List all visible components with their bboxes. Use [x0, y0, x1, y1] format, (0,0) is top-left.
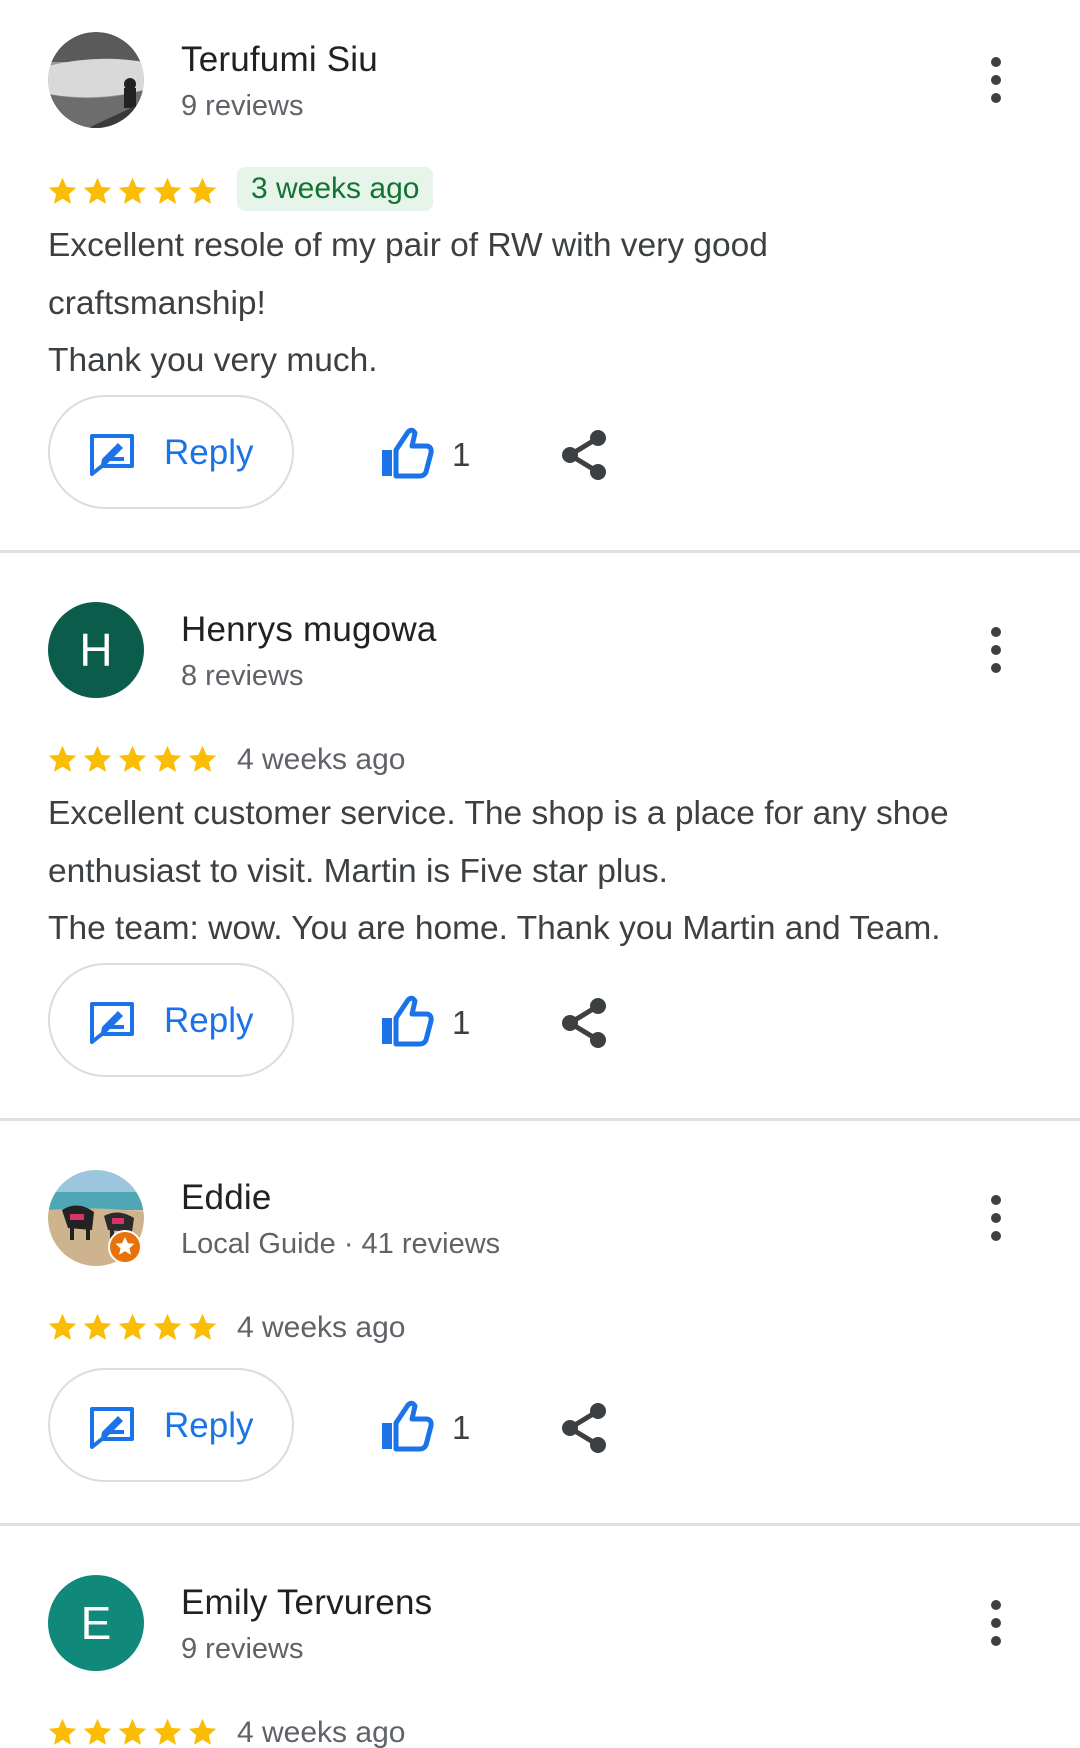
star-icon [83, 177, 112, 204]
star-rating [46, 1716, 219, 1748]
star-icon [188, 1718, 217, 1745]
review-date: 4 weeks ago [237, 1311, 406, 1344]
star-icon [118, 1718, 147, 1745]
star-icon [153, 1313, 182, 1340]
avatar[interactable]: E [48, 1575, 144, 1671]
thumbs-up-icon [382, 427, 434, 479]
like-button[interactable]: 1 [378, 426, 488, 486]
reviewer-name[interactable]: Henrys mugowa [181, 610, 436, 650]
star-icon [48, 1718, 77, 1745]
thumbs-up-icon [382, 995, 434, 1047]
like-count: 1 [452, 1409, 471, 1446]
avatar[interactable] [48, 32, 144, 128]
like-button[interactable]: 1 [378, 994, 488, 1054]
reply-button[interactable]: Reply [48, 395, 294, 509]
more-options-icon[interactable] [976, 1188, 1016, 1248]
reply-button[interactable]: Reply [48, 1368, 294, 1482]
star-icon [153, 745, 182, 772]
divider [0, 550, 1080, 553]
review-date: 4 weeks ago [237, 1716, 406, 1748]
star-icon [153, 177, 182, 204]
reply-label: Reply [164, 1406, 254, 1445]
reply-icon [90, 1407, 134, 1449]
star-icon [118, 1313, 147, 1340]
reply-button[interactable]: Reply [48, 963, 294, 1077]
reviews-list: Terufumi Siu 9 reviews 3 weeks ago Excel… [0, 0, 1080, 1748]
star-icon [118, 177, 147, 204]
star-icon [83, 745, 112, 772]
review-text: Excellent customer service. The shop is … [48, 795, 949, 947]
reviewer-subtitle[interactable]: Local Guide · 41 reviews [181, 1228, 500, 1261]
star-rating [46, 175, 219, 211]
reviewer-name[interactable]: Terufumi Siu [181, 40, 378, 80]
reviewer-subtitle[interactable]: 9 reviews [181, 90, 304, 123]
more-options-icon[interactable] [976, 50, 1016, 110]
star-icon [83, 1718, 112, 1745]
share-icon[interactable] [560, 428, 610, 482]
star-icon [83, 1313, 112, 1340]
avatar-letter: H [79, 624, 113, 676]
reply-icon [90, 1002, 134, 1044]
reply-label: Reply [164, 1001, 254, 1040]
avatar[interactable] [48, 1170, 144, 1266]
star-rating [46, 743, 219, 779]
like-count: 1 [452, 1004, 471, 1041]
star-icon [188, 745, 217, 772]
reviewer-name[interactable]: Emily Tervurens [181, 1583, 432, 1623]
review-date: 4 weeks ago [237, 743, 406, 776]
reply-label: Reply [164, 433, 254, 472]
more-options-icon[interactable] [976, 1593, 1016, 1653]
review-date: 3 weeks ago [237, 167, 434, 211]
share-icon[interactable] [560, 1401, 610, 1455]
reviewer-subtitle[interactable]: 8 reviews [181, 660, 304, 693]
star-icon [48, 745, 77, 772]
star-icon [48, 1313, 77, 1340]
star-rating [46, 1311, 219, 1347]
reviewer-subtitle[interactable]: 9 reviews [181, 1633, 304, 1666]
avatar-letter: E [80, 1597, 112, 1649]
star-icon [188, 1313, 217, 1340]
star-icon [118, 745, 147, 772]
profile-photo [48, 32, 144, 128]
star-icon [48, 177, 77, 204]
avatar[interactable]: H [48, 602, 144, 698]
local-guide-star-icon [108, 1230, 142, 1264]
star-icon [188, 177, 217, 204]
like-button[interactable]: 1 [378, 1399, 488, 1459]
more-options-icon[interactable] [976, 620, 1016, 680]
thumbs-up-icon [382, 1400, 434, 1452]
review-text: Excellent resole of my pair of RW with v… [48, 227, 768, 379]
share-icon[interactable] [560, 996, 610, 1050]
reviewer-name[interactable]: Eddie [181, 1178, 272, 1218]
star-icon [153, 1718, 182, 1745]
divider [0, 1523, 1080, 1526]
divider [0, 1118, 1080, 1121]
reply-icon [90, 434, 134, 476]
like-count: 1 [452, 436, 471, 473]
